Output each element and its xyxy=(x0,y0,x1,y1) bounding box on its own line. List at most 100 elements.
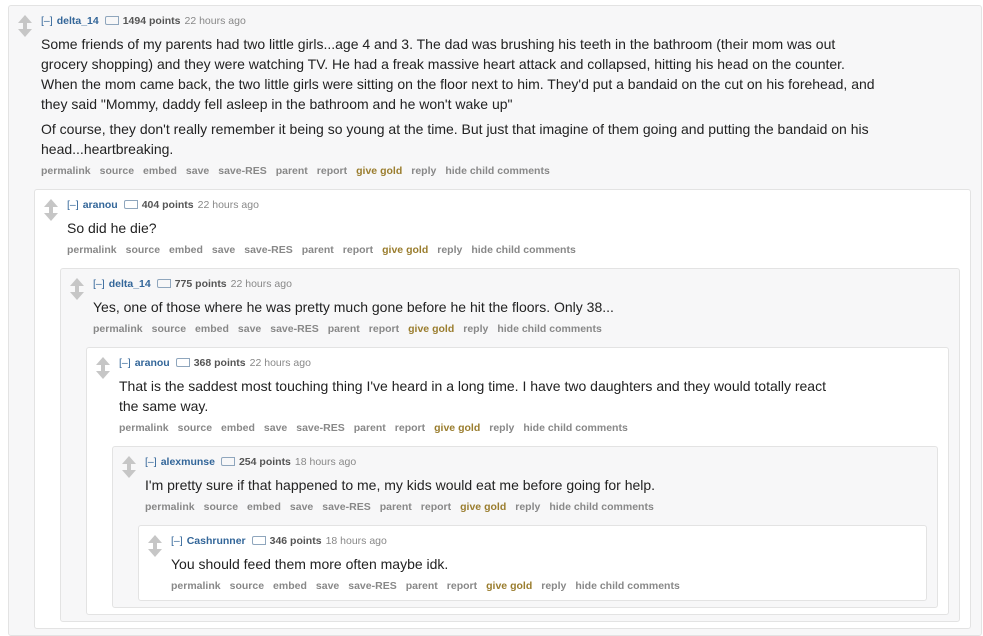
give-gold-link[interactable]: give gold xyxy=(382,244,428,256)
source-link[interactable]: source xyxy=(230,580,264,592)
author-link[interactable]: alexmunse xyxy=(161,456,215,468)
collapse-toggle[interactable]: [–] xyxy=(67,199,79,211)
collapse-toggle[interactable]: [–] xyxy=(41,15,53,27)
timestamp: 22 hours ago xyxy=(197,199,259,211)
upvote-arrow-icon[interactable] xyxy=(122,456,136,464)
save-res-link[interactable]: save-RES xyxy=(296,422,344,434)
author-link[interactable]: delta_14 xyxy=(109,278,151,290)
user-tag-icon[interactable] xyxy=(251,536,266,545)
report-link[interactable]: report xyxy=(343,244,373,256)
upvote-arrow-icon[interactable] xyxy=(18,15,32,23)
author-link[interactable]: delta_14 xyxy=(57,15,99,27)
source-link[interactable]: source xyxy=(100,165,134,177)
source-link[interactable]: source xyxy=(126,244,160,256)
comment-actions: permalink source embed save save-RES parent re… xyxy=(93,322,959,337)
save-link[interactable]: save xyxy=(186,165,209,177)
vote-arrows xyxy=(121,456,137,478)
save-link[interactable]: save xyxy=(238,323,261,335)
save-res-link[interactable]: save-RES xyxy=(322,501,370,513)
permalink-link[interactable]: permalink xyxy=(93,323,143,335)
permalink-link[interactable]: permalink xyxy=(171,580,221,592)
downvote-arrow-icon[interactable] xyxy=(18,29,32,37)
comment-tagline: [–] Cashrunner 346 points 18 hours ago xyxy=(171,535,926,548)
reply-link[interactable]: reply xyxy=(437,244,462,256)
parent-link[interactable]: parent xyxy=(328,323,360,335)
embed-link[interactable]: embed xyxy=(221,422,255,434)
permalink-link[interactable]: permalink xyxy=(41,165,91,177)
author-link[interactable]: Cashrunner xyxy=(187,535,246,547)
hide-child-link[interactable]: hide child comments xyxy=(523,422,627,434)
user-tag-icon[interactable] xyxy=(175,358,190,367)
upvote-arrow-icon[interactable] xyxy=(96,357,110,365)
downvote-arrow-icon[interactable] xyxy=(44,213,58,221)
source-link[interactable]: source xyxy=(178,422,212,434)
permalink-link[interactable]: permalink xyxy=(145,501,195,513)
collapse-toggle[interactable]: [–] xyxy=(171,535,183,547)
score: 775 points xyxy=(174,278,227,290)
save-link[interactable]: save xyxy=(316,580,339,592)
parent-link[interactable]: parent xyxy=(406,580,438,592)
user-tag-icon[interactable] xyxy=(156,279,171,288)
vote-arrows xyxy=(43,199,59,221)
collapse-toggle[interactable]: [–] xyxy=(93,278,105,290)
user-tag-icon[interactable] xyxy=(123,200,138,209)
collapse-toggle[interactable]: [–] xyxy=(119,357,131,369)
parent-link[interactable]: parent xyxy=(380,501,412,513)
reply-link[interactable]: reply xyxy=(489,422,514,434)
downvote-arrow-icon[interactable] xyxy=(122,470,136,478)
parent-link[interactable]: parent xyxy=(354,422,386,434)
give-gold-link[interactable]: give gold xyxy=(434,422,480,434)
hide-child-link[interactable]: hide child comments xyxy=(445,165,549,177)
hide-child-link[interactable]: hide child comments xyxy=(549,501,653,513)
reply-link[interactable]: reply xyxy=(515,501,540,513)
give-gold-link[interactable]: give gold xyxy=(356,165,402,177)
hide-child-link[interactable]: hide child comments xyxy=(497,323,601,335)
give-gold-link[interactable]: give gold xyxy=(460,501,506,513)
upvote-arrow-icon[interactable] xyxy=(148,535,162,543)
report-link[interactable]: report xyxy=(317,165,347,177)
hide-child-link[interactable]: hide child comments xyxy=(471,244,575,256)
permalink-link[interactable]: permalink xyxy=(119,422,169,434)
collapse-toggle[interactable]: [–] xyxy=(145,456,157,468)
comment-body: That is the saddest most touching thing … xyxy=(119,376,948,416)
save-link[interactable]: save xyxy=(264,422,287,434)
give-gold-link[interactable]: give gold xyxy=(408,323,454,335)
score: 254 points xyxy=(238,456,291,468)
reply-link[interactable]: reply xyxy=(463,323,488,335)
embed-link[interactable]: embed xyxy=(169,244,203,256)
parent-link[interactable]: parent xyxy=(276,165,308,177)
comment-thread: [–] delta_14 1494 points 22 hours ago Some f… xyxy=(0,5,983,636)
author-link[interactable]: aranou xyxy=(135,357,170,369)
report-link[interactable]: report xyxy=(447,580,477,592)
source-link[interactable]: source xyxy=(152,323,186,335)
upvote-arrow-icon[interactable] xyxy=(70,278,84,286)
downvote-arrow-icon[interactable] xyxy=(148,549,162,557)
save-res-link[interactable]: save-RES xyxy=(244,244,292,256)
report-link[interactable]: report xyxy=(369,323,399,335)
save-link[interactable]: save xyxy=(290,501,313,513)
report-link[interactable]: report xyxy=(395,422,425,434)
reply-link[interactable]: reply xyxy=(541,580,566,592)
save-link[interactable]: save xyxy=(212,244,235,256)
downvote-arrow-icon[interactable] xyxy=(96,371,110,379)
parent-link[interactable]: parent xyxy=(302,244,334,256)
give-gold-link[interactable]: give gold xyxy=(486,580,532,592)
author-link[interactable]: aranou xyxy=(83,199,118,211)
report-link[interactable]: report xyxy=(421,501,451,513)
embed-link[interactable]: embed xyxy=(195,323,229,335)
save-res-link[interactable]: save-RES xyxy=(218,165,266,177)
source-link[interactable]: source xyxy=(204,501,238,513)
save-res-link[interactable]: save-RES xyxy=(348,580,396,592)
embed-link[interactable]: embed xyxy=(273,580,307,592)
user-tag-icon[interactable] xyxy=(220,457,235,466)
reply-link[interactable]: reply xyxy=(411,165,436,177)
save-res-link[interactable]: save-RES xyxy=(270,323,318,335)
embed-link[interactable]: embed xyxy=(247,501,281,513)
comment-tagline: [–] delta_14 775 points 22 hours ago xyxy=(93,278,959,291)
hide-child-link[interactable]: hide child comments xyxy=(575,580,679,592)
downvote-arrow-icon[interactable] xyxy=(70,292,84,300)
user-tag-icon[interactable] xyxy=(104,16,119,25)
upvote-arrow-icon[interactable] xyxy=(44,199,58,207)
permalink-link[interactable]: permalink xyxy=(67,244,117,256)
embed-link[interactable]: embed xyxy=(143,165,177,177)
